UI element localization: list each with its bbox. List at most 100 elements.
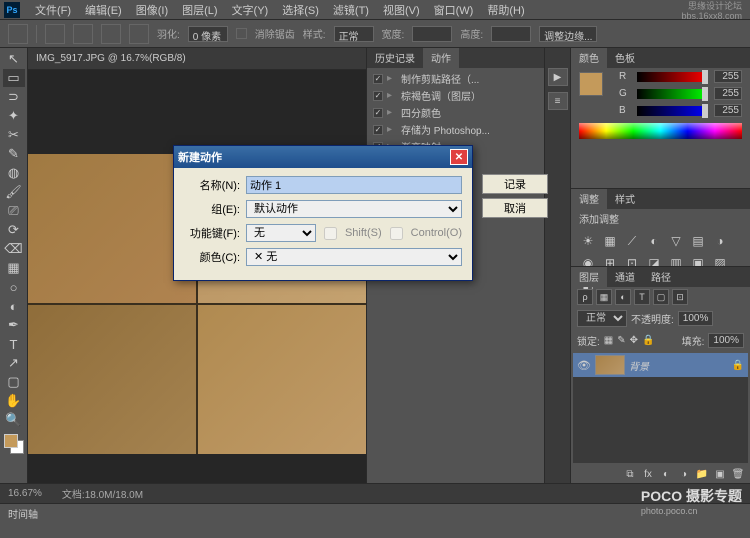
opacity-field[interactable]: 100% [678,311,714,326]
fill-field[interactable]: 100% [708,333,744,348]
vibrance-icon[interactable]: ▽ [667,232,685,250]
eyedrop-tool[interactable]: ✎ [3,145,25,163]
blur-tool[interactable]: ○ [3,278,25,296]
color-select[interactable]: ✕ 无 [246,248,462,266]
lock-pos-icon[interactable]: ✥ [630,335,638,346]
wand-tool[interactable]: ✦ [3,107,25,125]
tab-layers[interactable]: 图层 [571,267,607,287]
levels-icon[interactable]: ▦ [601,232,619,250]
cancel-button[interactable]: 取消 [482,198,548,218]
lock-trans-icon[interactable]: ▦ [604,335,613,346]
eraser-tool[interactable]: ⌫ [3,240,25,258]
exposure-icon[interactable]: ◐ [645,232,663,250]
fx-icon[interactable]: fx [640,467,656,481]
tab-paths[interactable]: 路径 [643,267,679,287]
lock-paint-icon[interactable]: ✎ [617,335,625,346]
document-tab[interactable]: IMG_5917.JPG @ 16.7%(RGB/8) [28,48,366,70]
r-slider[interactable] [637,72,708,82]
sel-sub[interactable] [101,24,121,44]
color-swatches[interactable] [4,434,24,454]
visibility-icon[interactable]: 👁 [577,359,591,372]
set-select[interactable]: 默认动作 [246,200,462,218]
tab-actions[interactable]: 动作 [423,48,459,68]
tab-styles[interactable]: 样式 [607,189,643,209]
bw-icon[interactable]: ◑ [711,232,729,250]
curves-icon[interactable]: ⟋ [623,232,641,250]
action-item[interactable]: ✓▸四分颜色 [369,104,542,121]
tab-history[interactable]: 历史记录 [367,48,423,68]
color-ramp[interactable] [579,123,742,139]
menu-help[interactable]: 帮助(H) [480,2,531,18]
timeline-tab[interactable]: 时间轴 [0,503,750,523]
hand-tool[interactable]: ✋ [3,392,25,410]
ctrl-check[interactable] [390,227,403,240]
type-tool[interactable]: T [3,335,25,353]
menu-window[interactable]: 窗口(W) [427,2,481,18]
tab-swatches[interactable]: 色板 [607,48,643,68]
antialias-check[interactable] [236,28,247,39]
close-icon[interactable]: ✕ [450,149,468,165]
fkey-select[interactable]: 无 [246,224,316,242]
gradient-tool[interactable]: ▦ [3,259,25,277]
style-field[interactable]: 正常 [334,26,374,42]
tool-preset[interactable] [8,24,28,44]
stamp-tool[interactable]: ⎚ [3,202,25,220]
layer-row[interactable]: 👁 背景 🔒 [573,353,748,377]
lock-all-icon[interactable]: 🔒 [642,335,654,346]
record-button[interactable]: 记录 [482,174,548,194]
dodge-tool[interactable]: ◐ [3,297,25,315]
menu-type[interactable]: 文字(Y) [225,2,276,18]
brush-tool[interactable]: 🖌 [3,183,25,201]
history-tool[interactable]: ⟳ [3,221,25,239]
brightness-icon[interactable]: ☀ [579,232,597,250]
color-swatch[interactable] [579,72,603,96]
tab-color[interactable]: 颜色 [571,48,607,68]
action-menu-icon[interactable]: ≡ [548,92,568,110]
sel-new[interactable] [45,24,65,44]
path-tool[interactable]: ↗ [3,354,25,372]
marquee-tool[interactable]: ▭ [3,69,25,87]
mask-icon[interactable]: ◐ [658,467,674,481]
tab-adjust[interactable]: 调整 [571,189,607,209]
play-icon[interactable]: ▶ [548,68,568,86]
crop-tool[interactable]: ✂ [3,126,25,144]
new-icon[interactable]: ▣ [712,467,728,481]
fill-icon[interactable]: ◑ [676,467,692,481]
zoom-level[interactable]: 16.67% [8,488,42,499]
action-item[interactable]: ✓▸存储为 Photoshop... [369,121,542,138]
link-icon[interactable]: ⧉ [622,467,638,481]
dialog-titlebar[interactable]: 新建动作 ✕ [174,146,472,168]
filter-type-icon[interactable]: T [634,289,650,305]
zoom-tool[interactable]: 🔍 [3,411,25,429]
lasso-tool[interactable]: ⊃ [3,88,25,106]
move-tool[interactable]: ↖ [3,50,25,68]
name-field[interactable] [246,176,462,194]
tab-channels[interactable]: 通道 [607,267,643,287]
action-item[interactable]: ✓▸制作剪贴路径（... [369,70,542,87]
blend-mode[interactable]: 正常 [577,310,627,327]
sel-add[interactable] [73,24,93,44]
b-slider[interactable] [637,106,708,116]
menu-view[interactable]: 视图(V) [376,2,427,18]
filter-adjust-icon[interactable]: ◐ [615,289,631,305]
menu-file[interactable]: 文件(F) [28,2,78,18]
heal-tool[interactable]: ◍ [3,164,25,182]
menu-image[interactable]: 图像(I) [129,2,175,18]
filter-pixel-icon[interactable]: ▦ [596,289,612,305]
filter-kind[interactable]: ρ [577,289,593,305]
menu-edit[interactable]: 编辑(E) [78,2,129,18]
g-slider[interactable] [637,89,708,99]
menu-select[interactable]: 选择(S) [275,2,326,18]
feather-field[interactable]: 0 像素 [188,26,228,42]
group-icon[interactable]: 📁 [694,467,710,481]
filter-shape-icon[interactable]: ▢ [653,289,669,305]
height-field[interactable] [491,26,531,42]
trash-icon[interactable]: 🗑 [730,467,746,481]
hue-icon[interactable]: ▤ [689,232,707,250]
action-item[interactable]: ✓▸棕褐色调（图层） [369,87,542,104]
pen-tool[interactable]: ✒ [3,316,25,334]
width-field[interactable] [412,26,452,42]
shift-check[interactable] [324,227,337,240]
menu-filter[interactable]: 滤镜(T) [326,2,376,18]
shape-tool[interactable]: ▢ [3,373,25,391]
